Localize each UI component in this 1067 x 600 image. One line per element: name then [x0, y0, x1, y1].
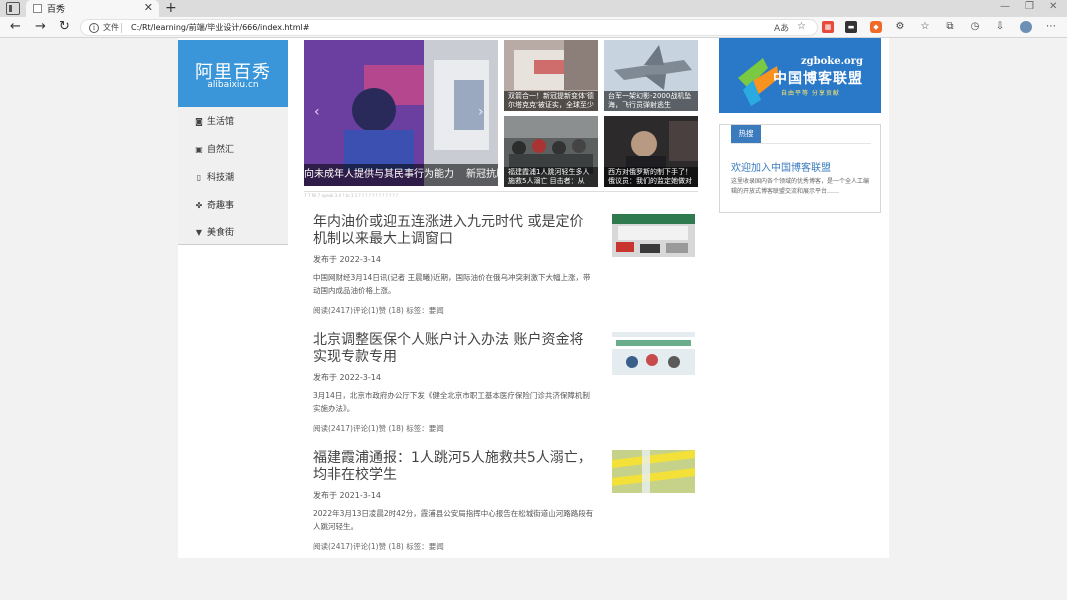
article-thumbnail-image: [612, 332, 695, 375]
banner-title: 中国博客联盟: [773, 71, 863, 87]
hot-search-tab[interactable]: 热搜: [731, 125, 761, 143]
article-meta: 阅读(2417)评论(1)赞 (18) 标签：要闻: [313, 542, 444, 551]
news-thumb[interactable]: 福建霞浦1人跳河轻生多人施救5人溺亡 目击者：从: [504, 116, 598, 187]
collections-icon[interactable]: ⧉: [944, 21, 956, 33]
favorites-icon[interactable]: ☆: [919, 21, 931, 33]
carousel-prev-button[interactable]: ‹: [314, 104, 320, 120]
hot-search-desc: 这里收录国内各个领域的优秀博客，是一个全人工编辑的开放式博客联盟交流和展示平台……: [731, 178, 870, 195]
news-thumb[interactable]: 台军一架幻影-2000战机坠海，飞行员弹射逃生: [604, 40, 698, 111]
article-summary: 中国网财经3月14日讯(记者 王晨曦)近期，国际油价在俄乌冲突刺激下大幅上涨，带…: [313, 273, 591, 295]
workspaces-icon[interactable]: [6, 2, 20, 15]
carousel-next-button[interactable]: ›: [478, 104, 484, 120]
article-title[interactable]: 年内油价或迎五连涨进入九元时代 或是定价机制以来最大上调窗口: [313, 214, 595, 248]
image-carousel[interactable]: 向未成年人提供与其民事行为能力 新冠抗原 ‹ ›: [304, 40, 498, 186]
profile-avatar[interactable]: [1020, 21, 1032, 33]
article-item[interactable]: 北京调整医保个人账户计入办法 账户资金将实现专款专用 发布于 2022-3-14…: [313, 332, 695, 433]
new-tab-button[interactable]: +: [165, 0, 177, 16]
category-menu: ◙ 生活馆 ▣ 自然汇 ▯ 科技潮 ✤ 奇趣事 ▼ 美食街: [178, 107, 288, 245]
tab-title: 百秀: [47, 5, 66, 15]
browser-toolbar: ← → ↻ i 文件 C:/Rt/learning/前端/毕业设计/666/in…: [0, 17, 1067, 38]
address-bar[interactable]: i 文件 C:/Rt/learning/前端/毕业设计/666/index.ht…: [80, 19, 818, 36]
news-thumb[interactable]: 双箭合一！新冠提新变体'德尔塔克克'被证实，全球至少: [504, 40, 598, 111]
file-scheme-label: 文件: [103, 23, 119, 32]
gamepad-icon: ✤: [195, 201, 203, 210]
article-date: 发布于 2022-3-14: [313, 373, 381, 382]
article-title[interactable]: 福建霞浦通报：1人跳河5人施救共5人溺亡，均非在校学生: [313, 450, 595, 484]
phone-icon: ▯: [196, 173, 202, 182]
divider-caption: 7 7 fill 7 speak 3 4 ? to 1 1 ? ? ? ? ? …: [304, 193, 398, 198]
reload-button[interactable]: ↻: [59, 19, 70, 35]
article-meta: 阅读(2417)评论(1)赞 (18) 标签：要闻: [313, 424, 444, 433]
carousel-caption-main: 向未成年人提供与其民事行为能力: [304, 169, 454, 180]
picture-icon: ▣: [195, 145, 203, 154]
tab-close-icon[interactable]: ✕: [144, 1, 153, 14]
window-close-button[interactable]: ✕: [1049, 1, 1057, 12]
news-thumb[interactable]: 西方对俄罗斯的制下手了！俄议员：我们的监定她做对: [604, 116, 698, 187]
article-thumbnail[interactable]: [612, 450, 695, 493]
article-item[interactable]: 年内油价或迎五连涨进入九元时代 或是定价机制以来最大上调窗口 发布于 2022-…: [313, 214, 695, 315]
camera-icon: ◙: [195, 117, 203, 126]
extension-icon[interactable]: ▦: [822, 21, 834, 33]
forward-button[interactable]: →: [35, 19, 46, 35]
brave-shield-icon[interactable]: ◆: [870, 21, 882, 33]
menu-item-nature[interactable]: ▣ 自然汇: [194, 140, 284, 160]
article-date: 发布于 2021-3-14: [313, 491, 381, 500]
article-thumbnail-image: [612, 450, 695, 493]
menu-item-fun[interactable]: ✤ 奇趣事: [194, 196, 284, 216]
hot-search-title[interactable]: 欢迎加入中国博客联盟: [731, 159, 831, 174]
window-restore-button[interactable]: ❐: [1025, 1, 1034, 12]
menu-item-life[interactable]: ◙ 生活馆: [194, 112, 284, 132]
downloads-icon[interactable]: ⇩: [994, 21, 1006, 33]
banner-url: zgboke.org: [800, 56, 863, 67]
article-date: 发布于 2022-3-14: [313, 255, 381, 264]
news-thumb-caption: 西方对俄罗斯的制下手了！俄议员：我们的监定她做对: [604, 167, 698, 187]
menu-item-label: 科技潮: [207, 173, 235, 183]
filter-icon: ▼: [195, 228, 203, 237]
window-minimize-button[interactable]: —: [1000, 1, 1010, 12]
hot-divider: [731, 143, 871, 144]
menu-item-tech[interactable]: ▯ 科技潮: [194, 168, 284, 188]
browser-tab-bar: 百秀 ✕ + — ❐ ✕: [0, 0, 1067, 17]
menu-item-label: 自然汇: [207, 145, 235, 155]
page-favicon-icon: [33, 4, 42, 13]
history-icon[interactable]: ◷: [969, 21, 981, 33]
url-text[interactable]: C:/Rt/learning/前端/毕业设计/666/index.html#: [131, 22, 309, 33]
article-summary: 3月14日，北京市政府办公厅下发《健全北京市职工基本医疗保险门诊共济保障机制实施…: [313, 391, 590, 413]
news-thumb-caption: 双箭合一！新冠提新变体'德尔塔克克'被证实，全球至少: [504, 91, 598, 111]
news-thumb-caption: 台军一架幻影-2000战机坠海，飞行员弹射逃生: [604, 91, 698, 111]
extension-dark-icon[interactable]: ▬: [845, 21, 857, 33]
back-button[interactable]: ←: [10, 19, 21, 35]
news-thumb-caption: 福建霞浦1人跳河轻生多人施救5人溺亡 目击者：从: [504, 167, 598, 187]
carousel-caption: 向未成年人提供与其民事行为能力 新冠抗原: [304, 164, 498, 186]
article-summary: 2022年3月13日凌晨2时42分，霞浦县公安局指挥中心报告在松城街道山河路路段…: [313, 509, 594, 531]
menu-item-label: 美食街: [207, 228, 235, 238]
browser-tab-active[interactable]: 百秀 ✕: [26, 0, 159, 17]
site-logo[interactable]: 阿里百秀 alibaixiu.cn: [178, 40, 288, 107]
article-item[interactable]: 福建霞浦通报：1人跳河5人施救共5人溺亡，均非在校学生 发布于 2021-3-1…: [313, 450, 695, 551]
read-aloud-icon[interactable]: Aあ: [774, 21, 789, 34]
section-divider: [304, 191, 698, 192]
article-title[interactable]: 北京调整医保个人账户计入办法 账户资金将实现专款专用: [313, 332, 595, 366]
site-info-icon[interactable]: i: [89, 23, 99, 33]
logo-pinyin: alibaixiu.cn: [207, 80, 259, 90]
carousel-caption-next: 新冠抗原: [466, 169, 498, 180]
blog-union-banner[interactable]: zgboke.org 中国博客联盟 自由平等 分享贡献: [719, 38, 881, 113]
article-meta: 阅读(2417)评论(1)赞 (18) 标签：要闻: [313, 306, 444, 315]
hot-search-widget: 热搜 欢迎加入中国博客联盟 这里收录国内各个领域的优秀博客，是一个全人工编辑的开…: [719, 124, 881, 213]
menu-item-food[interactable]: ▼ 美食街: [194, 223, 284, 243]
page-container: 阿里百秀 alibaixiu.cn ◙ 生活馆 ▣ 自然汇 ▯ 科技潮 ✤ 奇趣事 ▼ 美…: [178, 38, 889, 558]
extensions-puzzle-icon[interactable]: ⚙: [894, 21, 906, 33]
article-thumbnail-image: [612, 214, 695, 257]
article-thumbnail[interactable]: [612, 214, 695, 257]
more-menu-icon[interactable]: ⋯: [1045, 21, 1057, 33]
menu-item-label: 奇趣事: [207, 201, 235, 211]
add-favorite-icon[interactable]: ☆: [797, 21, 806, 32]
menu-item-label: 生活馆: [207, 117, 235, 127]
article-thumbnail[interactable]: [612, 332, 695, 375]
address-separator: [121, 23, 122, 33]
banner-slogan: 自由平等 分享贡献: [781, 90, 840, 97]
